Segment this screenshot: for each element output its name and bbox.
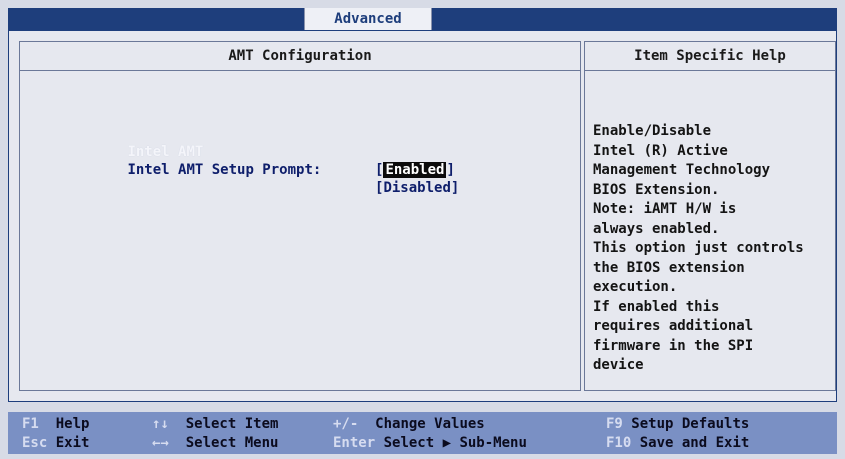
help-line: Note: iAMT H/W is — [593, 201, 737, 217]
key-plus-minus: +/- — [333, 416, 359, 432]
arrow-left-right-icon: ←→ — [152, 435, 169, 451]
key-desc: Help — [55, 416, 90, 432]
help-line: requires additional — [593, 318, 754, 334]
help-title: Item Specific Help — [585, 42, 835, 71]
help-line: device — [593, 357, 644, 373]
key-save-exit[interactable]: F10 Save and Exit — [606, 433, 749, 453]
value-text: Disabled — [383, 180, 451, 196]
arrow-up-down-icon: ↑↓ — [152, 416, 169, 432]
key-row-2: Esc Exit ←→ Select Menu Enter Select ▶ S… — [8, 433, 837, 453]
key-f1: F1 — [22, 416, 39, 432]
help-text: Enable/Disable Intel (R) Active Manageme… — [593, 122, 837, 376]
key-desc: Select ▶ Sub-Menu — [383, 435, 527, 451]
key-desc: Change Values — [375, 416, 485, 432]
key-change-values[interactable]: +/- Change Values — [333, 414, 485, 434]
key-select-submenu[interactable]: Enter Select ▶ Sub-Menu — [333, 433, 527, 453]
key-enter: Enter — [333, 435, 376, 451]
key-desc: Setup Defaults — [631, 416, 750, 432]
help-line: execution. — [593, 279, 678, 295]
help-line: Intel (R) Active — [593, 142, 728, 159]
option-label: Intel AMT Setup Prompt: — [127, 162, 322, 178]
option-value[interactable]: [Enabled] — [375, 161, 455, 179]
main-area: AMT Configuration Intel AMT [Enabled] In… — [8, 30, 837, 402]
key-exit[interactable]: Esc Exit — [22, 433, 89, 453]
menu-bar: Advanced — [8, 8, 837, 30]
help-line: firmware in the SPI — [593, 337, 754, 354]
key-desc: Save and Exit — [639, 435, 750, 451]
bios-screen: Advanced AMT Configuration Intel AMT [En… — [0, 0, 845, 459]
key-esc: Esc — [22, 435, 48, 451]
key-select-item[interactable]: ↑↓ Select Item — [152, 414, 278, 434]
key-select-menu[interactable]: ←→ Select Menu — [152, 433, 278, 453]
tab-advanced[interactable]: Advanced — [304, 8, 432, 30]
help-line: If enabled this — [593, 298, 720, 315]
bracket-close: ] — [450, 180, 460, 196]
help-line: Enable/Disable — [593, 123, 712, 139]
key-f9: F9 — [606, 416, 623, 432]
key-setup-defaults[interactable]: F9 Setup Defaults — [606, 414, 749, 434]
key-legend-bar: F1 Help ↑↓ Select Item +/- Change Values… — [8, 412, 837, 454]
key-row-1: F1 Help ↑↓ Select Item +/- Change Values… — [8, 414, 837, 434]
key-desc: Exit — [55, 435, 90, 451]
key-f10: F10 — [606, 435, 632, 451]
help-panel: Item Specific Help Enable/Disable Intel … — [584, 41, 836, 391]
help-line: the BIOS extension — [593, 259, 745, 276]
help-line: BIOS Extension. — [593, 181, 720, 198]
key-desc: Select Menu — [185, 435, 279, 451]
option-intel-amt[interactable]: Intel AMT [Enabled] — [60, 125, 455, 178]
selected-value[interactable]: Enabled — [383, 162, 447, 178]
settings-panel: AMT Configuration Intel AMT [Enabled] In… — [19, 41, 581, 391]
panel-title: AMT Configuration — [20, 42, 580, 71]
help-line: This option just controls — [593, 240, 804, 256]
key-desc: Select Item — [185, 416, 279, 432]
bracket-close: ] — [446, 162, 455, 178]
key-help[interactable]: F1 Help — [22, 414, 89, 434]
option-value[interactable]: [Disabled] — [375, 179, 459, 197]
help-line: always enabled. — [593, 220, 720, 237]
option-intel-amt-setup-prompt[interactable]: Intel AMT Setup Prompt: [Disabled] — [60, 143, 459, 196]
help-line: Management Technology — [593, 162, 771, 178]
